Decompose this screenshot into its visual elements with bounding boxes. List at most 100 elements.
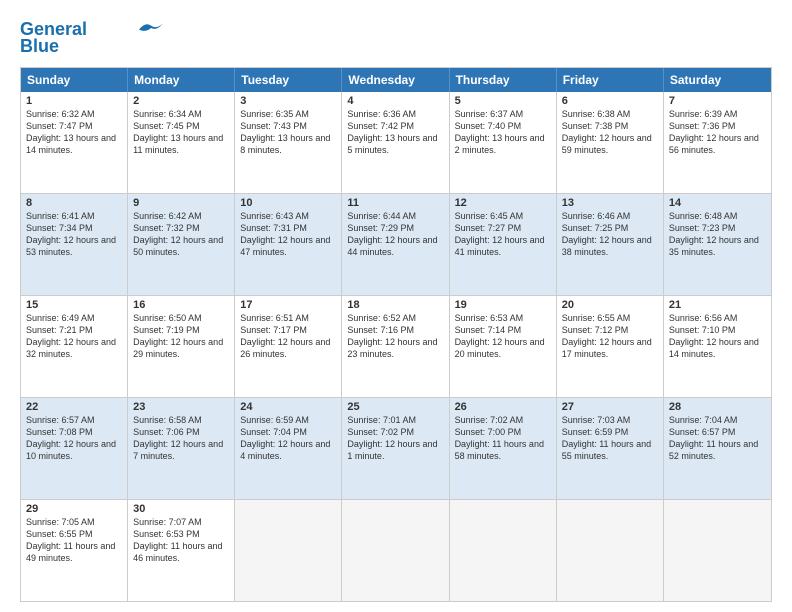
calendar-cell: 6Sunrise: 6:38 AM Sunset: 7:38 PM Daylig… [557, 92, 664, 193]
calendar-cell: 2Sunrise: 6:34 AM Sunset: 7:45 PM Daylig… [128, 92, 235, 193]
calendar-cell: 8Sunrise: 6:41 AM Sunset: 7:34 PM Daylig… [21, 194, 128, 295]
day-info: Sunrise: 6:34 AM Sunset: 7:45 PM Dayligh… [133, 108, 229, 157]
calendar-cell: 12Sunrise: 6:45 AM Sunset: 7:27 PM Dayli… [450, 194, 557, 295]
day-number: 6 [562, 95, 658, 107]
calendar-cell: 27Sunrise: 7:03 AM Sunset: 6:59 PM Dayli… [557, 398, 664, 499]
day-number: 27 [562, 401, 658, 413]
header-sunday: Sunday [21, 68, 128, 92]
calendar-cell: 20Sunrise: 6:55 AM Sunset: 7:12 PM Dayli… [557, 296, 664, 397]
day-info: Sunrise: 6:57 AM Sunset: 7:08 PM Dayligh… [26, 414, 122, 463]
day-number: 12 [455, 197, 551, 209]
calendar-cell [342, 500, 449, 601]
day-number: 28 [669, 401, 766, 413]
day-info: Sunrise: 6:52 AM Sunset: 7:16 PM Dayligh… [347, 312, 443, 361]
day-number: 21 [669, 299, 766, 311]
day-info: Sunrise: 6:36 AM Sunset: 7:42 PM Dayligh… [347, 108, 443, 157]
calendar-cell: 3Sunrise: 6:35 AM Sunset: 7:43 PM Daylig… [235, 92, 342, 193]
day-info: Sunrise: 7:02 AM Sunset: 7:00 PM Dayligh… [455, 414, 551, 463]
day-number: 29 [26, 503, 122, 515]
day-number: 18 [347, 299, 443, 311]
day-info: Sunrise: 7:04 AM Sunset: 6:57 PM Dayligh… [669, 414, 766, 463]
day-number: 13 [562, 197, 658, 209]
calendar-cell: 28Sunrise: 7:04 AM Sunset: 6:57 PM Dayli… [664, 398, 771, 499]
calendar-cell: 13Sunrise: 6:46 AM Sunset: 7:25 PM Dayli… [557, 194, 664, 295]
logo-blue: Blue [20, 36, 59, 57]
day-number: 22 [26, 401, 122, 413]
day-number: 10 [240, 197, 336, 209]
calendar-cell: 4Sunrise: 6:36 AM Sunset: 7:42 PM Daylig… [342, 92, 449, 193]
calendar-cell: 7Sunrise: 6:39 AM Sunset: 7:36 PM Daylig… [664, 92, 771, 193]
header: General Blue [20, 16, 772, 57]
day-info: Sunrise: 6:38 AM Sunset: 7:38 PM Dayligh… [562, 108, 658, 157]
day-info: Sunrise: 7:01 AM Sunset: 7:02 PM Dayligh… [347, 414, 443, 463]
logo: General Blue [20, 20, 163, 57]
calendar-cell: 14Sunrise: 6:48 AM Sunset: 7:23 PM Dayli… [664, 194, 771, 295]
day-number: 5 [455, 95, 551, 107]
calendar-row-3: 15Sunrise: 6:49 AM Sunset: 7:21 PM Dayli… [21, 295, 771, 397]
calendar-cell [664, 500, 771, 601]
day-number: 15 [26, 299, 122, 311]
day-number: 20 [562, 299, 658, 311]
calendar-cell: 17Sunrise: 6:51 AM Sunset: 7:17 PM Dayli… [235, 296, 342, 397]
calendar-row-2: 8Sunrise: 6:41 AM Sunset: 7:34 PM Daylig… [21, 193, 771, 295]
day-info: Sunrise: 6:53 AM Sunset: 7:14 PM Dayligh… [455, 312, 551, 361]
day-info: Sunrise: 6:44 AM Sunset: 7:29 PM Dayligh… [347, 210, 443, 259]
calendar-cell: 29Sunrise: 7:05 AM Sunset: 6:55 PM Dayli… [21, 500, 128, 601]
calendar-cell: 25Sunrise: 7:01 AM Sunset: 7:02 PM Dayli… [342, 398, 449, 499]
day-info: Sunrise: 6:51 AM Sunset: 7:17 PM Dayligh… [240, 312, 336, 361]
day-info: Sunrise: 6:50 AM Sunset: 7:19 PM Dayligh… [133, 312, 229, 361]
day-number: 26 [455, 401, 551, 413]
header-monday: Monday [128, 68, 235, 92]
header-saturday: Saturday [664, 68, 771, 92]
calendar-cell: 1Sunrise: 6:32 AM Sunset: 7:47 PM Daylig… [21, 92, 128, 193]
day-number: 9 [133, 197, 229, 209]
day-info: Sunrise: 6:35 AM Sunset: 7:43 PM Dayligh… [240, 108, 336, 157]
calendar-cell: 30Sunrise: 7:07 AM Sunset: 6:53 PM Dayli… [128, 500, 235, 601]
calendar-cell [557, 500, 664, 601]
day-info: Sunrise: 6:41 AM Sunset: 7:34 PM Dayligh… [26, 210, 122, 259]
calendar-cell: 18Sunrise: 6:52 AM Sunset: 7:16 PM Dayli… [342, 296, 449, 397]
day-number: 11 [347, 197, 443, 209]
calendar-body: 1Sunrise: 6:32 AM Sunset: 7:47 PM Daylig… [21, 92, 771, 601]
calendar-cell: 23Sunrise: 6:58 AM Sunset: 7:06 PM Dayli… [128, 398, 235, 499]
day-number: 25 [347, 401, 443, 413]
header-tuesday: Tuesday [235, 68, 342, 92]
day-info: Sunrise: 6:49 AM Sunset: 7:21 PM Dayligh… [26, 312, 122, 361]
calendar-cell: 16Sunrise: 6:50 AM Sunset: 7:19 PM Dayli… [128, 296, 235, 397]
day-number: 23 [133, 401, 229, 413]
day-number: 14 [669, 197, 766, 209]
day-info: Sunrise: 7:07 AM Sunset: 6:53 PM Dayligh… [133, 516, 229, 565]
day-info: Sunrise: 6:48 AM Sunset: 7:23 PM Dayligh… [669, 210, 766, 259]
calendar-row-4: 22Sunrise: 6:57 AM Sunset: 7:08 PM Dayli… [21, 397, 771, 499]
calendar-row-5: 29Sunrise: 7:05 AM Sunset: 6:55 PM Dayli… [21, 499, 771, 601]
day-info: Sunrise: 6:58 AM Sunset: 7:06 PM Dayligh… [133, 414, 229, 463]
calendar-header: Sunday Monday Tuesday Wednesday Thursday… [21, 68, 771, 92]
header-friday: Friday [557, 68, 664, 92]
day-info: Sunrise: 6:45 AM Sunset: 7:27 PM Dayligh… [455, 210, 551, 259]
calendar-cell: 10Sunrise: 6:43 AM Sunset: 7:31 PM Dayli… [235, 194, 342, 295]
calendar-cell: 21Sunrise: 6:56 AM Sunset: 7:10 PM Dayli… [664, 296, 771, 397]
calendar-cell: 26Sunrise: 7:02 AM Sunset: 7:00 PM Dayli… [450, 398, 557, 499]
day-info: Sunrise: 6:37 AM Sunset: 7:40 PM Dayligh… [455, 108, 551, 157]
day-number: 24 [240, 401, 336, 413]
header-wednesday: Wednesday [342, 68, 449, 92]
day-info: Sunrise: 6:32 AM Sunset: 7:47 PM Dayligh… [26, 108, 122, 157]
day-number: 8 [26, 197, 122, 209]
calendar-cell [450, 500, 557, 601]
day-number: 4 [347, 95, 443, 107]
day-number: 17 [240, 299, 336, 311]
day-number: 1 [26, 95, 122, 107]
day-info: Sunrise: 6:55 AM Sunset: 7:12 PM Dayligh… [562, 312, 658, 361]
calendar-cell: 5Sunrise: 6:37 AM Sunset: 7:40 PM Daylig… [450, 92, 557, 193]
calendar: Sunday Monday Tuesday Wednesday Thursday… [20, 67, 772, 602]
day-number: 30 [133, 503, 229, 515]
day-info: Sunrise: 7:05 AM Sunset: 6:55 PM Dayligh… [26, 516, 122, 565]
calendar-row-1: 1Sunrise: 6:32 AM Sunset: 7:47 PM Daylig… [21, 92, 771, 193]
day-number: 2 [133, 95, 229, 107]
day-info: Sunrise: 6:43 AM Sunset: 7:31 PM Dayligh… [240, 210, 336, 259]
logo-bird-icon [139, 21, 163, 35]
day-info: Sunrise: 6:39 AM Sunset: 7:36 PM Dayligh… [669, 108, 766, 157]
page: General Blue Sunday Monday Tuesday Wedne… [0, 0, 792, 612]
calendar-cell: 11Sunrise: 6:44 AM Sunset: 7:29 PM Dayli… [342, 194, 449, 295]
day-info: Sunrise: 6:59 AM Sunset: 7:04 PM Dayligh… [240, 414, 336, 463]
